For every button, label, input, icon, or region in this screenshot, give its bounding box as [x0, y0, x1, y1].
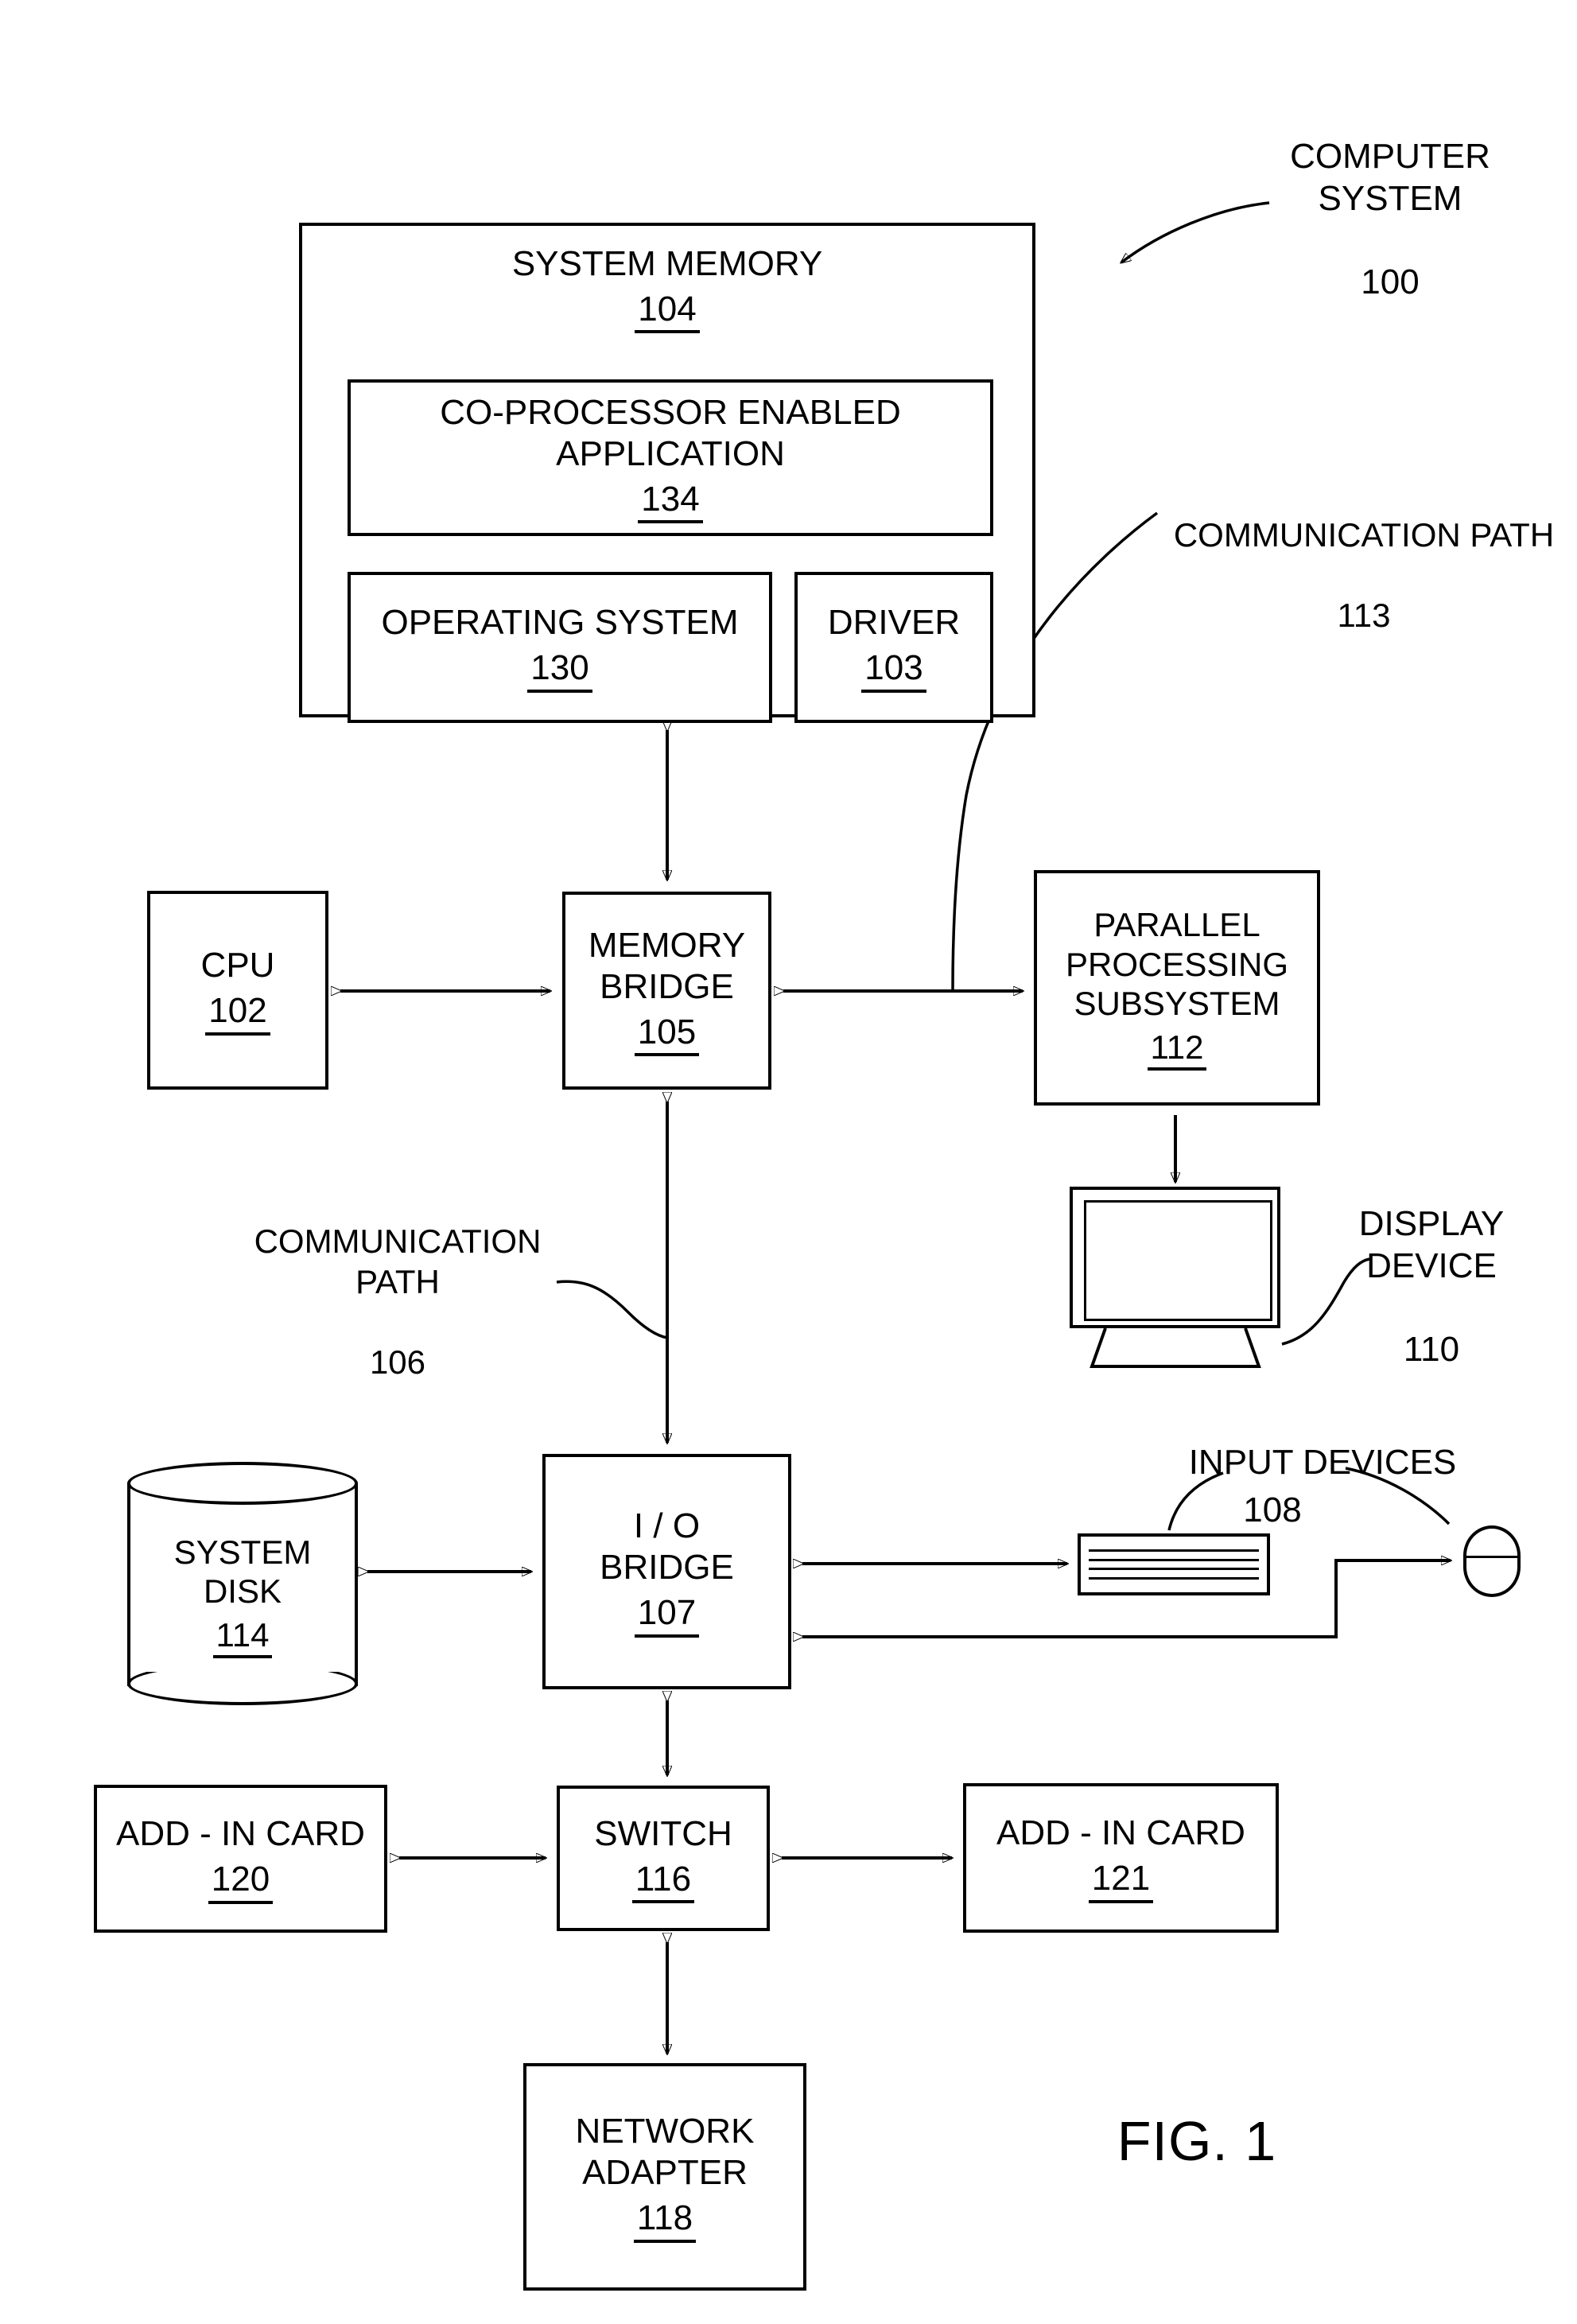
keyboard-key-row: [1089, 1577, 1259, 1580]
network-adapter-block: NETWORK ADAPTER 118: [523, 2063, 806, 2291]
communication-path-106-callout: COMMUNICATION PATH 106: [239, 1182, 557, 1382]
driver-number: 103: [861, 648, 926, 693]
coprocessor-enabled-application-label: CO-PROCESSOR ENABLED APPLICATION: [440, 392, 901, 473]
figure-label: FIG. 1: [1117, 2110, 1277, 2172]
system-memory-title: SYSTEM MEMORY 104: [511, 243, 823, 334]
switch-number: 116: [631, 1860, 695, 1904]
system-disk-block: SYSTEM DISK 114: [127, 1462, 358, 1707]
parallel-processing-subsystem-block: PARALLEL PROCESSING SUBSYSTEM 112: [1034, 870, 1320, 1106]
communication-path-113-callout: COMMUNICATION PATH 113: [1157, 476, 1571, 636]
io-bridge-block: I / O BRIDGE 107: [542, 1454, 791, 1689]
driver-block: DRIVER 103: [794, 572, 993, 723]
computer-system-callout-number: 100: [1361, 262, 1420, 302]
operating-system-block: OPERATING SYSTEM 130: [348, 572, 772, 723]
cpu-block: CPU 102: [147, 891, 328, 1090]
system-memory-label: SYSTEM MEMORY: [511, 244, 823, 283]
figure-canvas: SYSTEM MEMORY 104 CO-PROCESSOR ENABLED A…: [0, 0, 1577, 2324]
network-adapter-number: 118: [633, 2198, 697, 2243]
add-in-card-121-block: ADD - IN CARD 121: [963, 1783, 1279, 1933]
cpu-number: 102: [205, 991, 270, 1036]
keyboard-icon: [1078, 1533, 1270, 1595]
add-in-card-120-label: ADD - IN CARD: [116, 1814, 365, 1854]
communication-path-106-label: COMMUNICATION PATH: [254, 1222, 542, 1300]
mouse-icon: [1463, 1525, 1521, 1597]
add-in-card-121-number: 121: [1088, 1859, 1154, 1903]
operating-system-number: 130: [527, 648, 592, 693]
io-bridge-label: I / O BRIDGE: [600, 1506, 734, 1588]
add-in-card-121-label: ADD - IN CARD: [996, 1813, 1245, 1853]
system-disk-number: 114: [212, 1616, 273, 1659]
display-device-number: 110: [1403, 1330, 1460, 1370]
cylinder-top-ellipse: [127, 1462, 358, 1505]
display-device-label: DISPLAY DEVICE: [1358, 1203, 1505, 1285]
system-memory-number: 104: [635, 290, 700, 334]
system-disk-text: SYSTEM DISK 114: [127, 1508, 358, 1683]
keyboard-key-row: [1089, 1568, 1259, 1571]
coprocessor-enabled-application-block: CO-PROCESSOR ENABLED APPLICATION 134: [348, 379, 993, 536]
cpu-label: CPU: [200, 946, 275, 985]
add-in-card-120-block: ADD - IN CARD 120: [94, 1785, 387, 1933]
communication-path-113-label: COMMUNICATION PATH: [1173, 516, 1555, 554]
coprocessor-enabled-application-number: 134: [638, 480, 703, 524]
monitor-bezel: [1070, 1187, 1280, 1328]
keyboard-key-row: [1089, 1558, 1259, 1561]
system-disk-label: SYSTEM DISK: [173, 1533, 312, 1611]
switch-label: SWITCH: [594, 1813, 732, 1853]
parallel-processing-subsystem-label: PARALLEL PROCESSING SUBSYSTEM: [1065, 906, 1289, 1023]
memory-bridge-label: MEMORY BRIDGE: [588, 925, 746, 1006]
switch-block: SWITCH 116: [557, 1786, 770, 1931]
operating-system-label: OPERATING SYSTEM: [381, 603, 739, 643]
computer-system-callout: COMPUTER SYSTEM 100: [1223, 94, 1557, 304]
memory-bridge-block: MEMORY BRIDGE 105: [562, 892, 771, 1090]
add-in-card-120-number: 120: [208, 1860, 274, 1904]
parallel-processing-subsystem-number: 112: [1147, 1028, 1207, 1071]
monitor-screen: [1084, 1200, 1272, 1321]
memory-bridge-number: 105: [634, 1012, 700, 1057]
network-adapter-label: NETWORK ADAPTER: [575, 2112, 755, 2193]
system-memory-block: SYSTEM MEMORY 104 CO-PROCESSOR ENABLED A…: [299, 223, 1035, 723]
computer-system-callout-label: COMPUTER SYSTEM: [1290, 136, 1490, 218]
communication-path-113-number: 113: [1337, 597, 1391, 635]
display-device-callout: DISPLAY DEVICE 110: [1316, 1161, 1547, 1371]
driver-label: DRIVER: [827, 603, 961, 643]
input-devices-number: 108: [1243, 1490, 1302, 1529]
leader-commpath-106: [556, 1280, 668, 1339]
mouse-button-divider: [1463, 1556, 1521, 1558]
keyboard-key-row: [1089, 1549, 1259, 1552]
io-bridge-number: 107: [634, 1593, 700, 1638]
input-devices-number-wrap: 108: [1209, 1448, 1336, 1532]
communication-path-106-number: 106: [369, 1343, 426, 1381]
display-device-icon: [1070, 1187, 1280, 1368]
